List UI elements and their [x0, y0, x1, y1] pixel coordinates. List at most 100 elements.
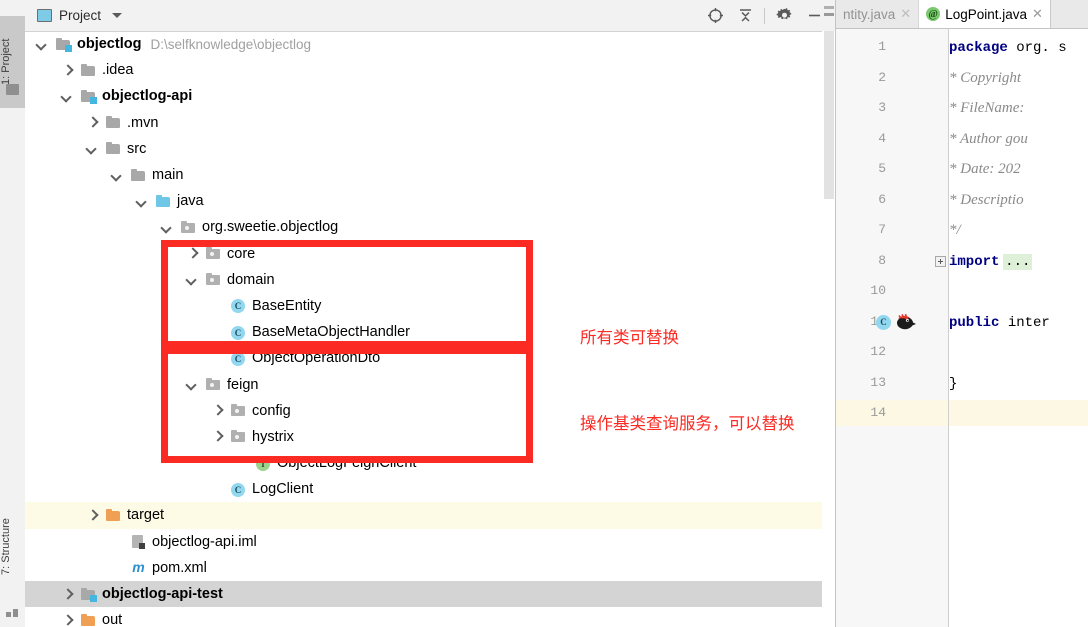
tab-logpoint-java-label: LogPoint.java: [945, 6, 1027, 22]
folder-icon: [105, 141, 122, 156]
tree-arrow-placeholder: [112, 562, 123, 573]
code-text: inter: [999, 314, 1050, 331]
code-comment: * FileName:: [949, 100, 1025, 116]
tab-entity-java[interactable]: ntity.java ✕: [836, 0, 920, 28]
locate-icon[interactable]: [700, 3, 730, 29]
tree-row-label: main: [152, 167, 184, 184]
scrollbar-top-marks: [822, 0, 835, 31]
tree-row-label: target: [127, 507, 165, 524]
collapse-all-icon[interactable]: [730, 3, 760, 29]
line-number: 14: [870, 405, 886, 420]
editor-tabs: ntity.java ✕ @ LogPoint.java ✕: [836, 0, 1088, 29]
line-number: 8: [878, 252, 886, 268]
code-comment: */: [949, 222, 961, 238]
page-title: Project: [59, 8, 102, 23]
tree-row-label: pom.xml: [152, 559, 207, 576]
line-number: 5: [878, 161, 886, 176]
code-text: org. s: [1007, 40, 1067, 56]
code-comment: * Author gou: [949, 130, 1028, 147]
code-keyword: public: [949, 314, 1000, 331]
excluded-folder-icon: [80, 613, 97, 627]
tree-row-label: out: [102, 612, 123, 627]
code-keyword: package: [949, 40, 1008, 56]
annotation-box-feign: [161, 347, 533, 463]
iml-file-icon: [130, 534, 147, 550]
chevron-down-icon[interactable]: [112, 13, 123, 18]
module-icon: [55, 37, 72, 52]
scrollbar-thumb[interactable]: [824, 31, 834, 199]
module-icon: [80, 89, 97, 104]
class-gutter-icon[interactable]: C: [876, 314, 891, 330]
chevron-right-icon[interactable]: [62, 589, 73, 600]
code-line: * FileName:: [949, 100, 1024, 117]
code-keyword: import: [949, 253, 1000, 270]
folded-imports[interactable]: ...: [1003, 253, 1033, 270]
chevron-down-icon[interactable]: [62, 91, 73, 102]
tree-row[interactable]: org.sweetie.objectlog: [25, 214, 835, 240]
expand-fold-icon[interactable]: [935, 255, 946, 267]
gear-icon[interactable]: [769, 3, 799, 29]
chevron-right-icon[interactable]: [62, 615, 73, 626]
code-line: * Copyright: [949, 70, 1021, 87]
tab-logpoint-java[interactable]: @ LogPoint.java ✕: [919, 0, 1051, 28]
close-icon[interactable]: ✕: [900, 6, 911, 22]
tree-row-label: org.sweetie.objectlog: [202, 219, 339, 236]
code-line: */: [949, 222, 961, 239]
tree-row[interactable]: objectlog D:\selfknowledge\objectlog: [25, 31, 835, 57]
excluded-folder-icon: [105, 508, 122, 523]
close-icon[interactable]: ✕: [1032, 6, 1043, 22]
tree-row-label: objectlog-api-test: [102, 586, 223, 603]
tree-row[interactable]: out: [25, 607, 835, 627]
sidebar-item-structure[interactable]: 7: Structure: [0, 497, 25, 597]
sidebar-item-structure-label: 7: Structure: [0, 518, 12, 576]
chevron-down-icon[interactable]: [137, 196, 148, 207]
tree-row-label: LogClient: [252, 481, 314, 498]
tree-row[interactable]: .mvn: [25, 110, 835, 136]
tree-row[interactable]: main: [25, 162, 835, 188]
tree-row[interactable]: objectlog-api.iml: [25, 529, 835, 555]
line-number: 6: [878, 191, 886, 207]
tree-row-label: objectlog-api.iml: [152, 533, 257, 550]
tree-arrow-placeholder: [112, 536, 123, 547]
tree-row-label: .idea: [102, 62, 134, 79]
editor-code[interactable]: package org. s * Copyright * FileName: * …: [949, 29, 1088, 627]
tree-row[interactable]: objectlog-api-test: [25, 580, 835, 608]
chevron-down-icon[interactable]: [87, 143, 98, 154]
chevron-down-icon[interactable]: [37, 39, 48, 50]
chevron-down-icon[interactable]: [112, 170, 123, 181]
tree-row[interactable]: target: [25, 502, 835, 529]
line-number: 1: [878, 39, 886, 54]
tree-row[interactable]: m pom.xml: [25, 555, 835, 581]
folder-icon: [80, 63, 97, 78]
module-icon: [80, 587, 97, 602]
line-number: 13: [870, 374, 886, 390]
project-window-icon: [37, 9, 52, 22]
code-comment: * Date: 202: [949, 161, 1021, 177]
project-tree-scrollbar[interactable]: [822, 31, 835, 627]
lombok-icon[interactable]: [893, 311, 917, 331]
chevron-right-icon[interactable]: [62, 65, 73, 76]
tree-row[interactable]: objectlog-api: [25, 83, 835, 109]
toolbar-divider: [764, 7, 765, 24]
chevron-right-icon[interactable]: [87, 117, 98, 128]
tree-row[interactable]: java: [25, 188, 835, 214]
tree-row[interactable]: src: [25, 136, 835, 162]
tree-row-label: .mvn: [127, 114, 159, 131]
project-pane-title[interactable]: Project: [25, 8, 123, 23]
code-line: * Descriptio: [949, 192, 1024, 209]
tree-row[interactable]: C LogClient: [25, 476, 835, 502]
structure-icon: [6, 607, 19, 617]
line-number: 12: [870, 344, 886, 359]
line-number: 2: [878, 69, 886, 85]
line-number: 7: [878, 222, 886, 237]
annotation-text-domain: 所有类可替换: [580, 329, 679, 347]
tree-arrow-placeholder: [212, 484, 223, 495]
chevron-right-icon[interactable]: [87, 510, 98, 521]
project-tool-window: Project objectlog D:\selfknowledge\objec…: [25, 0, 835, 627]
code-comment: * Copyright: [949, 69, 1022, 86]
code-line: * Author gou: [949, 131, 1028, 148]
tree-row-label: objectlog-api: [102, 88, 193, 105]
chevron-down-icon[interactable]: [162, 222, 173, 233]
editor-gutter[interactable]: 123456781011121314C: [836, 29, 949, 627]
tree-row[interactable]: .idea: [25, 57, 835, 83]
